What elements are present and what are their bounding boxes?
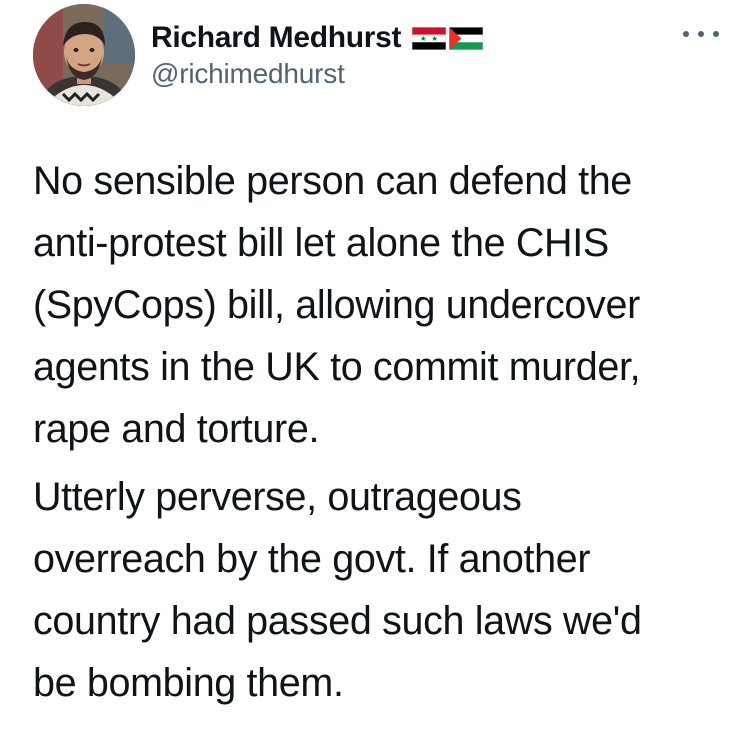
tweet-line: (SpyCops) bill, allowing undercover bbox=[33, 283, 640, 327]
syria-flag-icon bbox=[412, 26, 447, 50]
tweet-card: Richard Medhurst @richimedhurst No sensi… bbox=[0, 0, 750, 731]
tweet-line: be bombing them. bbox=[33, 661, 344, 705]
more-options-icon-dot bbox=[713, 31, 719, 37]
author-handle[interactable]: @richimedhurst bbox=[151, 58, 345, 90]
tweet-line: anti-protest bill let alone the CHIS bbox=[33, 221, 609, 265]
author-flags bbox=[409, 26, 484, 50]
tweet-line: Utterly perverse, outrageous bbox=[33, 475, 522, 519]
more-options-icon-dot bbox=[698, 31, 704, 37]
author-name-row: Richard Medhurst bbox=[151, 18, 484, 58]
tweet-line: rape and torture. bbox=[33, 407, 320, 451]
palestine-flag-icon bbox=[449, 26, 484, 50]
more-options-button[interactable] bbox=[683, 24, 719, 44]
author-avatar[interactable] bbox=[33, 4, 135, 106]
tweet-paragraph: No sensible person can defend the anti-p… bbox=[33, 150, 733, 460]
tweet-line: agents in the UK to commit murder, bbox=[33, 345, 641, 389]
tweet-line: country had passed such laws we'd bbox=[33, 599, 642, 643]
tweet-text: No sensible person can defend the anti-p… bbox=[33, 150, 733, 714]
tweet-line: overreach by the govt. If another bbox=[33, 537, 591, 581]
author-display-name[interactable]: Richard Medhurst bbox=[151, 21, 402, 55]
profile-photo-icon bbox=[33, 4, 135, 106]
tweet-line: No sensible person can defend the bbox=[33, 159, 632, 203]
tweet-paragraph: Utterly perverse, outrageous overreach b… bbox=[33, 466, 733, 714]
more-options-icon bbox=[683, 31, 689, 37]
